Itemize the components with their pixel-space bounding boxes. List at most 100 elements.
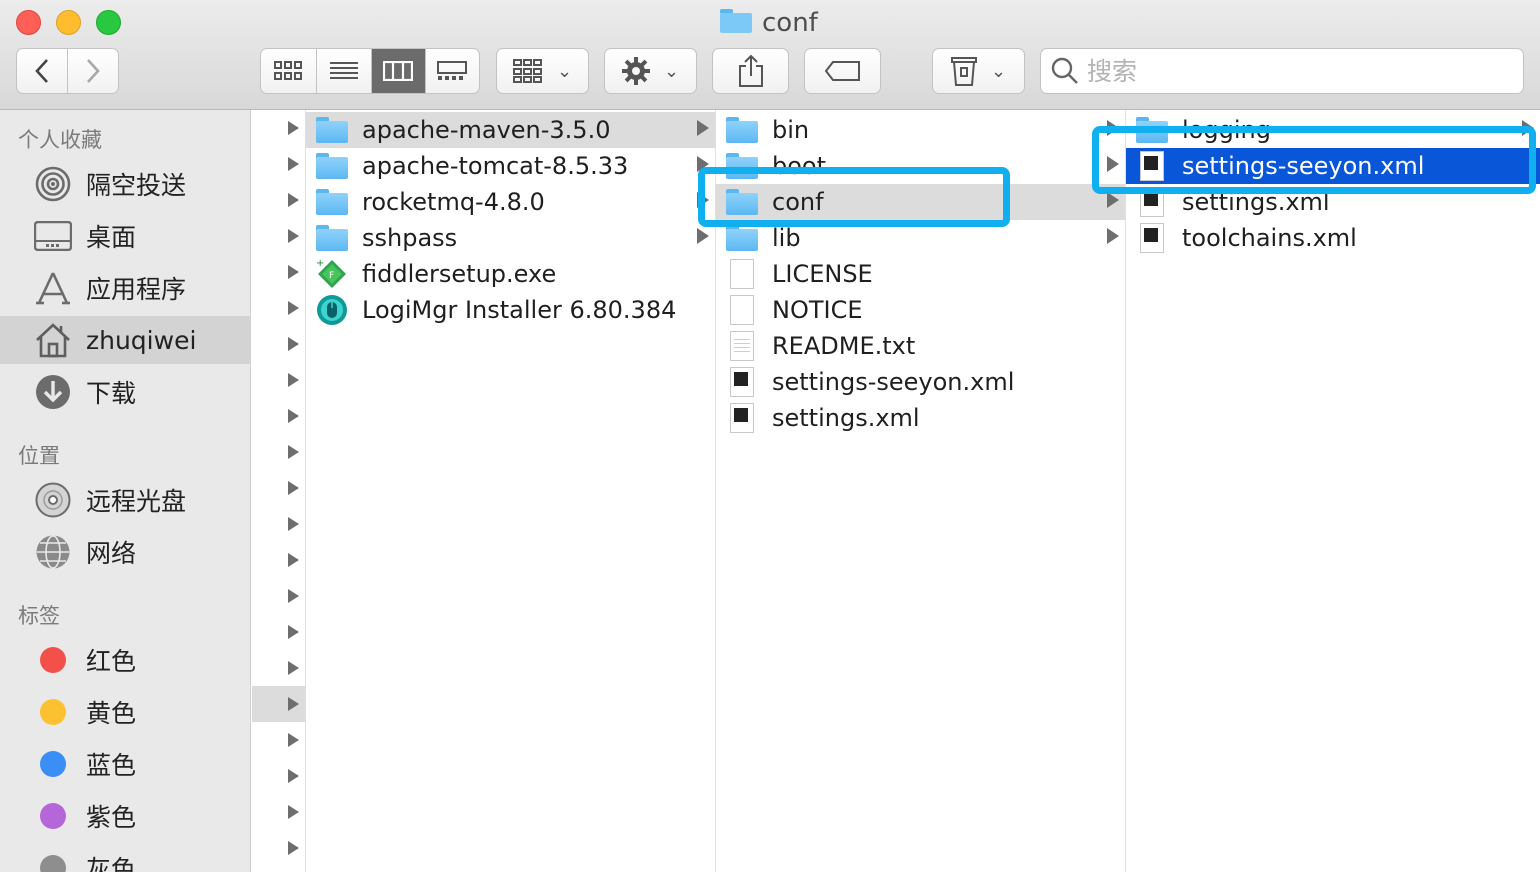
list-item-file-selected[interactable]: settings-seeyon.xml <box>1126 148 1540 184</box>
xml-file-icon <box>730 403 754 433</box>
list-item-file[interactable]: settings.xml <box>716 400 1125 436</box>
sidebar-tag-yellow[interactable]: 黄色 <box>0 688 250 736</box>
disclosure-arrow-icon[interactable] <box>288 481 299 495</box>
gallery-view-button[interactable] <box>426 49 479 93</box>
sidebar-tag-blue[interactable]: 蓝色 <box>0 740 250 788</box>
folder-icon <box>316 117 348 143</box>
forward-button[interactable] <box>68 49 119 93</box>
sidebar-item-remote-disc[interactable]: 远程光盘 <box>0 476 250 524</box>
list-item-folder[interactable]: lib <box>716 220 1125 256</box>
item-name: settings.xml <box>772 404 920 432</box>
item-name: README.txt <box>772 332 916 360</box>
list-item-file[interactable]: README.txt <box>716 328 1125 364</box>
disclosure-arrow-icon <box>697 228 709 244</box>
list-item-file[interactable]: LICENSE <box>716 256 1125 292</box>
list-item-file[interactable]: settings-seeyon.xml <box>716 364 1125 400</box>
search-icon <box>1051 57 1078 84</box>
folder-icon <box>726 189 758 215</box>
list-view-button[interactable] <box>317 49 372 93</box>
list-lines-icon <box>329 62 358 79</box>
disclosure-arrow-icon[interactable] <box>288 589 299 603</box>
disclosure-arrow-icon[interactable] <box>288 373 299 387</box>
sidebar-item-downloads[interactable]: 下载 <box>0 368 250 416</box>
disclosure-arrow-icon[interactable] <box>288 193 299 207</box>
disclosure-arrow-icon[interactable] <box>288 661 299 675</box>
list-item-folder[interactable]: bin <box>716 112 1125 148</box>
sidebar-tag-purple[interactable]: 紫色 <box>0 792 250 840</box>
list-item-folder[interactable]: apache-tomcat-8.5.33 <box>306 148 715 184</box>
search-field[interactable] <box>1040 48 1524 94</box>
sidebar-item-airdrop[interactable]: 隔空投送 <box>0 160 250 208</box>
sidebar-item-home[interactable]: zhuqiwei <box>0 316 250 364</box>
folder-icon <box>726 153 758 179</box>
edit-tags-button[interactable] <box>804 48 881 94</box>
list-item-file[interactable]: F + fiddlersetup.exe <box>306 256 715 292</box>
item-name: LICENSE <box>772 260 873 288</box>
disc-icon <box>34 481 72 519</box>
svg-text:+: + <box>316 258 324 269</box>
sidebar-item-applications[interactable]: 应用程序 <box>0 264 250 312</box>
download-icon <box>34 373 72 411</box>
browser-column-1: apache-maven-3.5.0 apache-tomcat-8.5.33 … <box>306 110 716 872</box>
title-bar: conf ⌄ ⌄ ⌄ 搜索 <box>0 0 1540 110</box>
disclosure-arrow-icon[interactable] <box>288 625 299 639</box>
disclosure-arrow-icon <box>1107 228 1119 244</box>
chevron-down-icon: ⌄ <box>990 60 1007 82</box>
zoom-window-button[interactable] <box>96 10 121 35</box>
applications-icon <box>34 269 72 307</box>
list-item-folder[interactable]: boot <box>716 148 1125 184</box>
tag-color-dot-icon <box>40 855 66 872</box>
sidebar: 个人收藏 隔空投送 桌面 应用程序 zhuqiwei 下载 位置 远程光盘 网络… <box>0 110 251 872</box>
sync-menu-button[interactable]: ⌄ <box>932 48 1025 94</box>
disclosure-arrow-icon[interactable] <box>288 841 299 855</box>
disclosure-arrow-icon[interactable] <box>288 733 299 747</box>
minimize-window-button[interactable] <box>56 10 81 35</box>
close-window-button[interactable] <box>16 10 41 35</box>
disclosure-arrow-icon[interactable] <box>288 301 299 315</box>
item-name: lib <box>772 224 801 252</box>
item-name: conf <box>772 188 824 216</box>
list-item-folder[interactable]: rocketmq-4.8.0 <box>306 184 715 220</box>
chevron-left-icon <box>34 59 48 83</box>
sidebar-item-label: 紫色 <box>86 803 137 832</box>
window-title: conf <box>720 6 818 40</box>
disclosure-arrow-icon[interactable] <box>288 229 299 243</box>
group-by-button[interactable]: ⌄ <box>496 48 589 94</box>
disclosure-arrow-icon[interactable] <box>288 805 299 819</box>
list-item-file[interactable]: settings.xml <box>1126 184 1540 220</box>
sidebar-item-desktop[interactable]: 桌面 <box>0 212 250 260</box>
disclosure-arrow-icon[interactable] <box>288 157 299 171</box>
disclosure-arrow-icon[interactable] <box>288 517 299 531</box>
action-menu-button[interactable]: ⌄ <box>604 48 697 94</box>
text-file-icon <box>730 331 754 361</box>
list-item-file[interactable]: toolchains.xml <box>1126 220 1540 256</box>
disclosure-arrow-icon[interactable] <box>288 697 299 711</box>
disclosure-arrow-icon <box>697 120 709 136</box>
sidebar-tag-red[interactable]: 红色 <box>0 636 250 684</box>
disclosure-arrow-icon[interactable] <box>288 553 299 567</box>
group-grid-icon <box>512 59 542 83</box>
disclosure-arrow-icon[interactable] <box>288 769 299 783</box>
list-item-folder[interactable]: apache-maven-3.5.0 <box>306 112 715 148</box>
share-button[interactable] <box>712 48 789 94</box>
disclosure-arrow-icon[interactable] <box>288 265 299 279</box>
disclosure-arrow-icon[interactable] <box>288 337 299 351</box>
disclosure-arrow-icon[interactable] <box>288 409 299 423</box>
back-button[interactable] <box>17 49 68 93</box>
icon-view-button[interactable] <box>261 49 317 93</box>
search-input[interactable] <box>1087 56 1507 86</box>
list-item-folder[interactable]: logging <box>1126 112 1540 148</box>
sidebar-item-label: 蓝色 <box>86 751 137 780</box>
sidebar-tag-gray[interactable]: 灰色 <box>0 844 250 872</box>
browser-column-3: logging settings-seeyon.xml settings.xml… <box>1126 110 1540 872</box>
sidebar-item-network[interactable]: 网络 <box>0 528 250 576</box>
list-item-folder-selected[interactable]: conf <box>716 184 1125 220</box>
list-item-file[interactable]: LogiMgr Installer 6.80.384 <box>306 292 715 328</box>
disclosure-arrow-icon[interactable] <box>288 445 299 459</box>
column-view-button[interactable] <box>372 49 426 93</box>
list-item-folder[interactable]: sshpass <box>306 220 715 256</box>
disclosure-arrow-icon[interactable] <box>288 121 299 135</box>
list-item-file[interactable]: NOTICE <box>716 292 1125 328</box>
folder-icon <box>316 153 348 179</box>
item-name: fiddlersetup.exe <box>362 260 557 288</box>
